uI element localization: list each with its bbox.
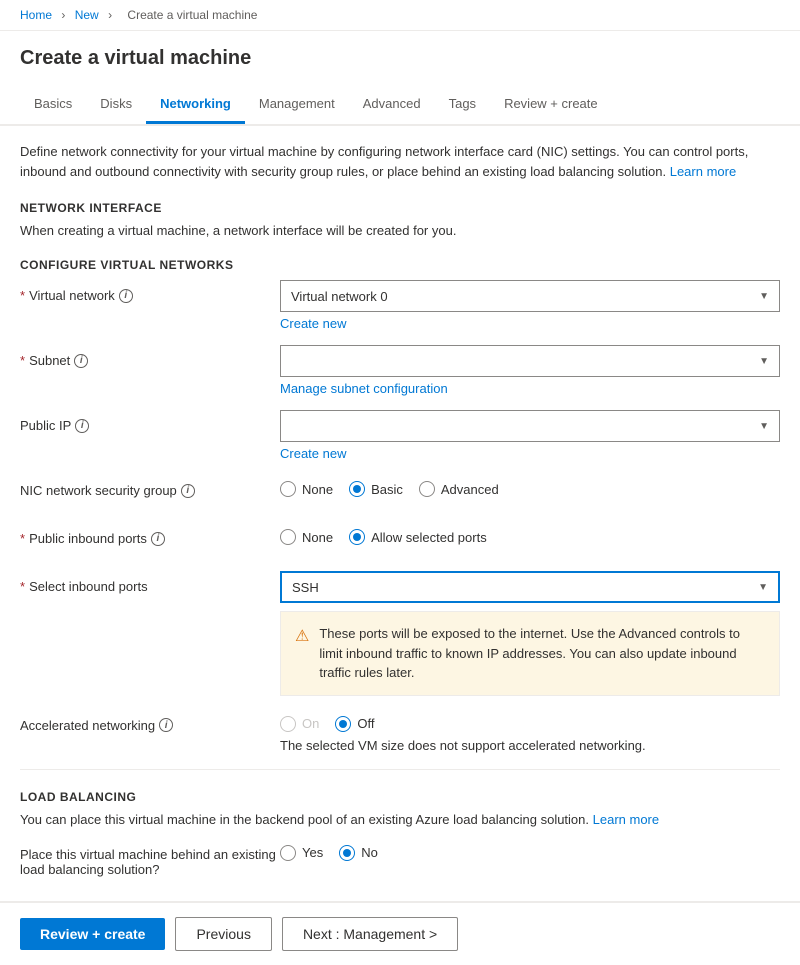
manage-subnet-link[interactable]: Manage subnet configuration bbox=[280, 381, 448, 396]
public-ip-control: ▼ Create new bbox=[280, 410, 780, 461]
nic-security-advanced-option[interactable]: Advanced bbox=[419, 481, 499, 497]
tab-networking[interactable]: Networking bbox=[146, 86, 245, 124]
public-inbound-ports-control: None Allow selected ports bbox=[280, 523, 780, 545]
inbound-allow-selected-option[interactable]: Allow selected ports bbox=[349, 529, 487, 545]
page-title: Create a virtual machine bbox=[20, 47, 780, 70]
subnet-label: * Subnet i bbox=[20, 345, 280, 368]
load-balancing-place-row: Place this virtual machine behind an exi… bbox=[20, 839, 780, 877]
learn-more-nic-link[interactable]: Learn more bbox=[670, 164, 736, 179]
breadcrumb-home[interactable]: Home bbox=[20, 8, 52, 22]
tab-tags[interactable]: Tags bbox=[435, 86, 490, 124]
nic-security-basic-option[interactable]: Basic bbox=[349, 481, 403, 497]
accelerated-networking-control: On Off The selected VM size does not sup… bbox=[280, 710, 780, 753]
section-divider bbox=[20, 769, 780, 770]
public-ip-chevron-icon: ▼ bbox=[759, 421, 769, 432]
card-body: Define network connectivity for your vir… bbox=[0, 126, 800, 901]
public-inbound-ports-label: * Public inbound ports i bbox=[20, 523, 280, 546]
virtual-network-label: * Virtual network i bbox=[20, 280, 280, 303]
subnet-dropdown[interactable]: ▼ bbox=[280, 345, 780, 377]
public-ip-dropdown[interactable]: ▼ bbox=[280, 410, 780, 442]
load-balancing-no-radio[interactable] bbox=[339, 845, 355, 861]
subnet-control: ▼ Manage subnet configuration bbox=[280, 345, 780, 396]
inbound-ports-chevron-icon: ▼ bbox=[758, 582, 768, 593]
review-create-button[interactable]: Review + create bbox=[20, 918, 165, 950]
load-balancing-yes-radio[interactable] bbox=[280, 845, 296, 861]
nic-security-group-row: NIC network security group i None Basic bbox=[20, 475, 780, 511]
public-ip-row: Public IP i ▼ Create new bbox=[20, 410, 780, 461]
network-interface-header: NETWORK INTERFACE bbox=[20, 201, 780, 215]
subnet-info-icon[interactable]: i bbox=[74, 354, 88, 368]
accelerated-networking-row: Accelerated networking i On Off bbox=[20, 710, 780, 753]
public-ip-label: Public IP i bbox=[20, 410, 280, 433]
load-balancing-place-label: Place this virtual machine behind an exi… bbox=[20, 839, 280, 877]
nic-security-info-icon[interactable]: i bbox=[181, 484, 195, 498]
breadcrumb-current: Create a virtual machine bbox=[127, 8, 257, 22]
tab-disks[interactable]: Disks bbox=[86, 86, 146, 124]
tabs-nav: Basics Disks Networking Management Advan… bbox=[0, 86, 800, 125]
networking-description: Define network connectivity for your vir… bbox=[20, 142, 780, 181]
configure-vnets-header: CONFIGURE VIRTUAL NETWORKS bbox=[20, 258, 780, 272]
network-interface-desc: When creating a virtual machine, a netwo… bbox=[20, 223, 780, 238]
next-management-button[interactable]: Next : Management > bbox=[282, 917, 458, 951]
virtual-network-control: Virtual network 0 ▼ Create new bbox=[280, 280, 780, 331]
select-inbound-ports-row: * Select inbound ports SSH ▼ ⚠ These por… bbox=[20, 571, 780, 696]
virtual-network-info-icon[interactable]: i bbox=[119, 289, 133, 303]
breadcrumb-new[interactable]: New bbox=[75, 8, 99, 22]
load-balancing-learn-more-link[interactable]: Learn more bbox=[593, 812, 659, 827]
inbound-allow-selected-radio[interactable] bbox=[349, 529, 365, 545]
load-balancing-no-option[interactable]: No bbox=[339, 845, 378, 861]
accelerated-on-option[interactable]: On bbox=[280, 716, 319, 732]
select-inbound-ports-dropdown[interactable]: SSH ▼ bbox=[280, 571, 780, 603]
tab-review-create[interactable]: Review + create bbox=[490, 86, 612, 124]
warning-triangle-icon: ⚠ bbox=[295, 625, 309, 683]
accelerated-off-option[interactable]: Off bbox=[335, 716, 374, 732]
tab-management[interactable]: Management bbox=[245, 86, 349, 124]
load-balancing-header: LOAD BALANCING bbox=[20, 790, 780, 804]
previous-button[interactable]: Previous bbox=[175, 917, 271, 951]
footer-bar: Review + create Previous Next : Manageme… bbox=[0, 902, 800, 965]
nic-security-group-radio-group: None Basic Advanced bbox=[280, 475, 780, 497]
accelerated-networking-radio-group: On Off bbox=[280, 710, 780, 732]
inbound-none-radio[interactable] bbox=[280, 529, 296, 545]
load-balancing-radio-group: Yes No bbox=[280, 839, 780, 861]
inbound-ports-warning: ⚠ These ports will be exposed to the int… bbox=[280, 611, 780, 696]
nic-security-group-label: NIC network security group i bbox=[20, 475, 280, 498]
public-ip-info-icon[interactable]: i bbox=[75, 419, 89, 433]
public-ip-create-new-link[interactable]: Create new bbox=[280, 446, 346, 461]
card-header: Create a virtual machine Basics Disks Ne… bbox=[0, 31, 800, 126]
accelerated-networking-note: The selected VM size does not support ac… bbox=[280, 732, 780, 753]
virtual-network-row: * Virtual network i Virtual network 0 ▼ … bbox=[20, 280, 780, 331]
accelerated-off-radio[interactable] bbox=[335, 716, 351, 732]
select-inbound-ports-label: * Select inbound ports bbox=[20, 571, 280, 594]
load-balancing-desc: You can place this virtual machine in th… bbox=[20, 812, 780, 827]
nic-security-advanced-radio[interactable] bbox=[419, 481, 435, 497]
load-balancing-yes-option[interactable]: Yes bbox=[280, 845, 323, 861]
nic-security-group-control: None Basic Advanced bbox=[280, 475, 780, 497]
nic-security-none-radio[interactable] bbox=[280, 481, 296, 497]
accelerated-networking-label: Accelerated networking i bbox=[20, 710, 280, 733]
subnet-row: * Subnet i ▼ Manage subnet configuration bbox=[20, 345, 780, 396]
inbound-none-option[interactable]: None bbox=[280, 529, 333, 545]
virtual-network-create-new-link[interactable]: Create new bbox=[280, 316, 346, 331]
nic-security-none-option[interactable]: None bbox=[280, 481, 333, 497]
accelerated-networking-info-icon[interactable]: i bbox=[159, 718, 173, 732]
public-inbound-ports-radio-group: None Allow selected ports bbox=[280, 523, 780, 545]
subnet-chevron-icon: ▼ bbox=[759, 356, 769, 367]
load-balancing-place-control: Yes No bbox=[280, 839, 780, 861]
breadcrumb: Home › New › Create a virtual machine bbox=[0, 0, 800, 31]
virtual-network-dropdown[interactable]: Virtual network 0 ▼ bbox=[280, 280, 780, 312]
tab-advanced[interactable]: Advanced bbox=[349, 86, 435, 124]
main-card: Create a virtual machine Basics Disks Ne… bbox=[0, 31, 800, 902]
tab-basics[interactable]: Basics bbox=[20, 86, 86, 124]
accelerated-on-radio[interactable] bbox=[280, 716, 296, 732]
public-inbound-ports-row: * Public inbound ports i None Allow sele… bbox=[20, 523, 780, 559]
virtual-network-chevron-icon: ▼ bbox=[759, 291, 769, 302]
select-inbound-ports-control: SSH ▼ ⚠ These ports will be exposed to t… bbox=[280, 571, 780, 696]
public-inbound-info-icon[interactable]: i bbox=[151, 532, 165, 546]
nic-security-basic-radio[interactable] bbox=[349, 481, 365, 497]
page-wrapper: Home › New › Create a virtual machine Cr… bbox=[0, 0, 800, 965]
